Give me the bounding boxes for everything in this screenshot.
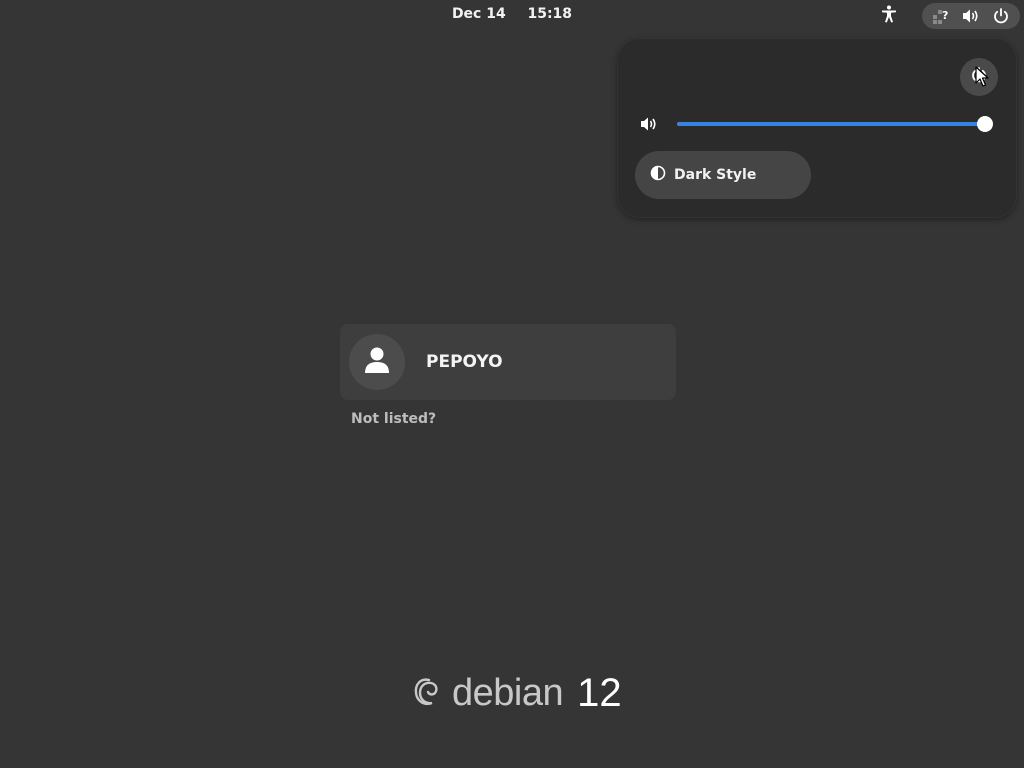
distro-version: 12 (577, 670, 622, 715)
power-icon (990, 5, 1012, 27)
clock-button[interactable]: Dec 14 15:18 (440, 4, 584, 24)
user-avatar (349, 334, 405, 390)
distro-name: debian (452, 671, 564, 714)
quick-settings-menu: Dark Style (617, 38, 1017, 218)
clock-date: Dec 14 (451, 6, 506, 22)
system-menu-button[interactable]: ? (922, 3, 1020, 29)
clock: Dec 14 15:18 (0, 6, 1024, 22)
not-listed-button[interactable]: Not listed? (351, 411, 436, 427)
accessibility-button[interactable] (876, 4, 902, 28)
dark-style-icon (650, 165, 666, 185)
clock-time: 15:18 (527, 6, 573, 22)
volume-icon[interactable] (639, 114, 659, 134)
volume-slider-handle[interactable] (977, 116, 993, 132)
distro-branding: debian 12 (412, 668, 622, 718)
debian-swirl-icon (412, 671, 442, 715)
accessibility-icon (881, 5, 897, 27)
dark-style-toggle[interactable]: Dark Style (635, 151, 811, 199)
login-screen: Dec 14 15:18 ? Dark Style PEPOYO Not lis… (0, 0, 1024, 768)
dark-style-label: Dark Style (674, 167, 757, 183)
user-avatar-icon (364, 346, 390, 378)
volume-row (639, 114, 999, 134)
user-name: PEPOYO (426, 352, 503, 372)
mouse-cursor-icon (975, 66, 989, 92)
volume-slider[interactable] (677, 116, 993, 132)
volume-slider-fill (677, 122, 985, 126)
volume-icon (960, 5, 982, 27)
network-unknown-icon: ? (930, 5, 952, 27)
svg-text:?: ? (942, 9, 948, 22)
user-list-item[interactable]: PEPOYO (340, 324, 676, 400)
